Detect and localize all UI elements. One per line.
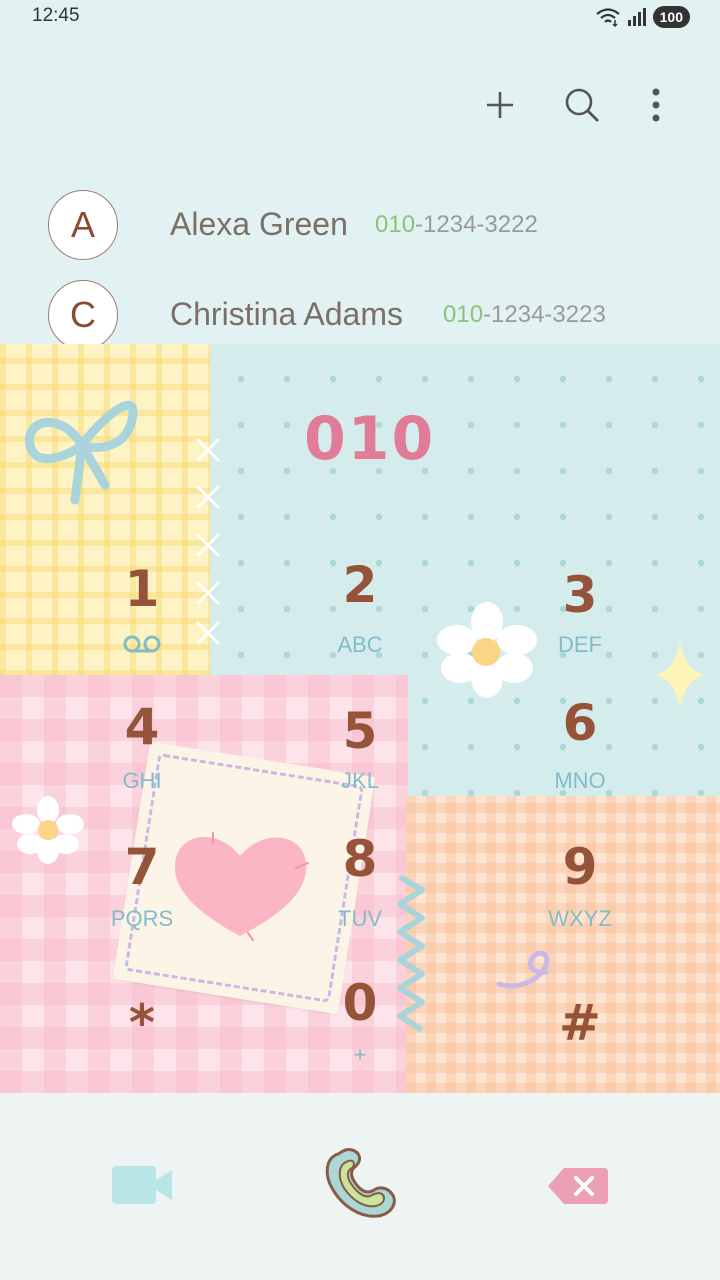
key-9[interactable]: 9 WXYZ <box>490 838 670 968</box>
key-digit: 5 <box>342 702 378 760</box>
status-icons: 100 <box>595 5 690 29</box>
avatar: A <box>48 190 118 260</box>
key-digit: 2 <box>342 556 378 614</box>
key-digit: 0 <box>342 974 378 1032</box>
number-match: 010 <box>443 301 484 328</box>
key-letters: ABC <box>337 632 383 657</box>
wifi-icon <box>595 8 620 27</box>
number-rest: -1234-3223 <box>483 301 606 328</box>
dialed-number: 010 <box>304 404 436 474</box>
backspace-button[interactable] <box>544 1160 614 1212</box>
battery-icon: 100 <box>652 6 690 28</box>
key-7[interactable]: 7 PQRS <box>52 838 232 968</box>
more-options-icon <box>652 88 660 122</box>
key-letters: + <box>353 1042 367 1067</box>
key-1[interactable]: 1 <box>52 560 232 690</box>
contact-number: 010-1234-3223 <box>443 301 606 329</box>
call-icon <box>325 1148 396 1218</box>
key-0[interactable]: 0 + <box>270 974 450 1104</box>
contact-name: Alexa Green <box>170 206 348 242</box>
search-icon <box>565 88 599 122</box>
ribbon-bow-icon <box>25 400 138 505</box>
key-digit: 1 <box>124 560 160 618</box>
key-letters: WXYZ <box>548 906 612 931</box>
key-digit: 6 <box>562 694 598 752</box>
key-letters: JKL <box>341 768 379 793</box>
contact-suggestion[interactable]: A Alexa Green 010-1234-3222 <box>0 186 720 266</box>
more-options-button[interactable] <box>631 80 681 130</box>
key-6[interactable]: 6 MNO <box>490 694 670 824</box>
key-2[interactable]: 2 ABC <box>270 556 450 686</box>
key-letters: DEF <box>558 632 602 657</box>
status-time: 12:45 <box>32 5 80 26</box>
voicemail-icon <box>123 635 161 653</box>
status-bar: 12:45 100 <box>0 0 720 34</box>
key-letters: PQRS <box>110 906 174 931</box>
number-match: 010 <box>375 211 416 238</box>
backspace-icon <box>548 1168 608 1204</box>
contact-name: Christina Adams <box>170 296 403 332</box>
video-call-icon <box>112 1166 172 1204</box>
key-8[interactable]: 8 TUV <box>270 830 450 960</box>
key-letters: GHI <box>122 768 162 793</box>
video-call-button[interactable] <box>104 1156 180 1216</box>
key-letters: MNO <box>554 768 606 793</box>
key-letters: TUV <box>338 906 382 931</box>
key-4[interactable]: 4 GHI <box>52 698 232 828</box>
add-icon <box>487 92 513 118</box>
key-5[interactable]: 5 JKL <box>270 702 450 832</box>
contact-number: 010-1234-3222 <box>375 211 538 239</box>
key-digit: 4 <box>124 698 160 756</box>
key-digit: 9 <box>562 838 598 896</box>
number-rest: -1234-3222 <box>415 211 538 238</box>
key-digit: 3 <box>562 566 598 624</box>
signal-icon <box>627 8 646 26</box>
key-digit: * <box>128 994 156 1052</box>
avatar: C <box>48 280 118 350</box>
key-digit: 8 <box>342 830 378 888</box>
call-button[interactable] <box>318 1146 404 1222</box>
key-digit: # <box>559 994 601 1052</box>
key-digit: 7 <box>124 838 160 896</box>
add-contact-button[interactable] <box>475 80 525 130</box>
key-3[interactable]: 3 DEF <box>490 566 670 696</box>
search-button[interactable] <box>557 80 607 130</box>
